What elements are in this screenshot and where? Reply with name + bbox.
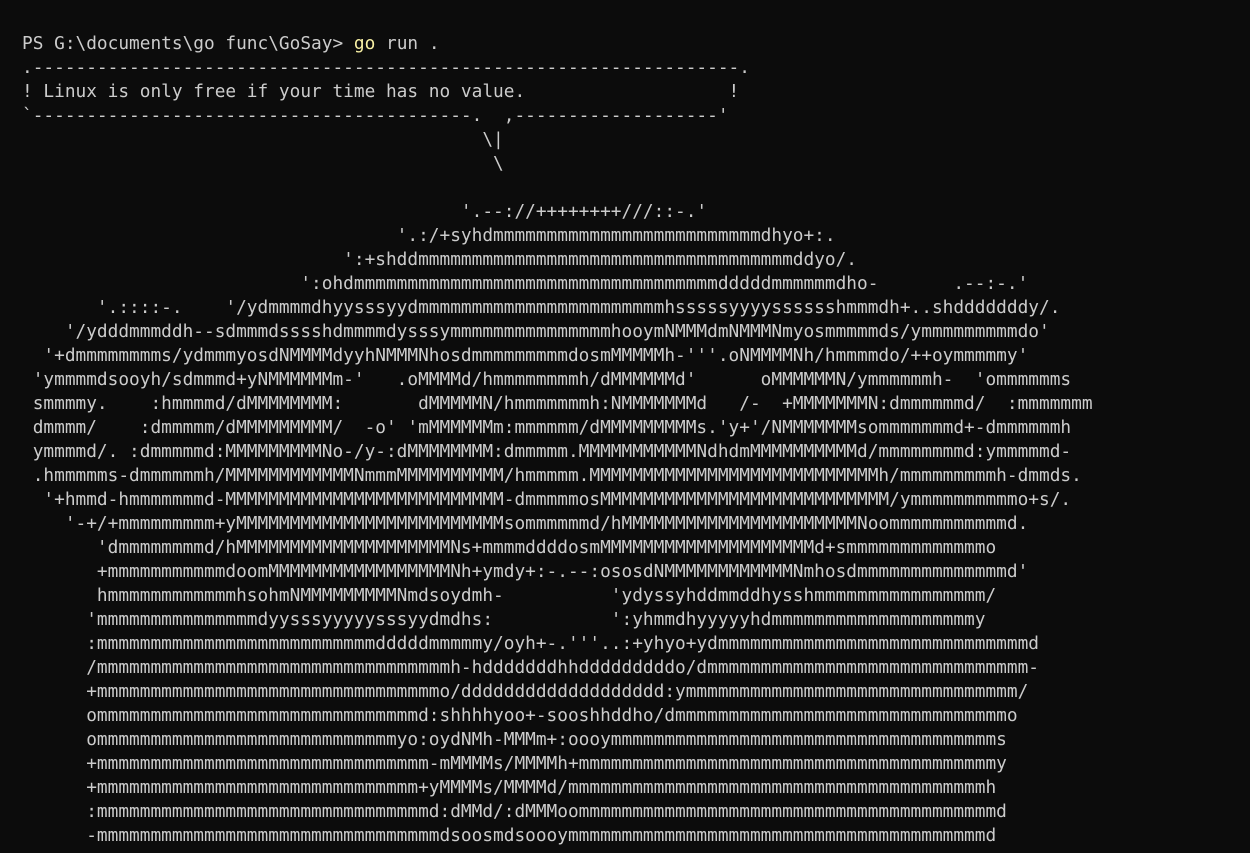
ascii-art-line: .hmmmmms-dmmmmmmh/MMMMMMMMMMMMNmmmMMMMMM…	[22, 465, 1082, 486]
ascii-art-line: :mmmmmmmmmmmmmmmmmmmmmmmmmmmmmmmd:dMMd/:…	[22, 801, 1007, 822]
ascii-art-line: '.:/+syhdmmmmmmmmmmmmmmmmmmmmmmmmmdhyo+:…	[22, 225, 836, 246]
command-args: run .	[375, 33, 440, 54]
ascii-art-line: 'mmmmmmmmmmmmmmmdyysssyyyyysssyydmdhs: '…	[22, 609, 986, 630]
ascii-art-line: +mmmmmmmmmmmmmmmmmmmmmmmmmmmmmmmmo/ddddd…	[22, 681, 1029, 702]
shell-prompt: PS G:\documents\go func\GoSay>	[22, 33, 354, 54]
command-name: go	[353, 33, 376, 54]
ascii-art-line: +mmmmmmmmmmmdoomMMMMMMMMMMMMMMMMMNh+ymdy…	[22, 561, 1029, 582]
ascii-art-line: '-+/+mmmmmmmmm+yMMMMMMMMMMMMMMMMMMMMMMMM…	[22, 513, 1029, 534]
speech-bubble-top: .---------------------------------------…	[22, 57, 750, 78]
ascii-art-line: -mmmmmmmmmmmmmmmmmmmmmmmmmmmmmmmmdsoosmd…	[22, 825, 997, 846]
ascii-art-line: ommmmmmmmmmmmmmmmmmmmmmmmmmmmmmd:shhhhyo…	[22, 705, 1018, 726]
ascii-art: '.--://++++++++///::-.' '.:/+syhdmmmmmmm…	[22, 176, 1093, 848]
speech-bubble-tail: \|	[22, 129, 504, 150]
ascii-art-line: '.::::-. '/ydmmmmdhyysssyydmmmmmmmmmmmmm…	[22, 297, 1061, 318]
ascii-art-line: smmmmy. :hmmmmd/dMMMMMMMM: dMMMMMN/hmmmm…	[22, 393, 1093, 414]
prompt-line: PS G:\documents\go func\GoSay> go run .	[22, 32, 1093, 56]
ascii-art-line: :mmmmmmmmmmmmmmmmmmmmmmmmmmdddddmmmmmy/o…	[22, 633, 1039, 654]
ascii-art-line: '.--://++++++++///::-.'	[22, 201, 708, 222]
ascii-art-line: ':+shddmmmmmmmmmmmmmmmmmmmmmmmmmmmmmmmmm…	[22, 249, 858, 270]
ascii-art-line: '+dmmmmmmmms/ydmmmyosdNMMMMdyyhNMMMNhosd…	[22, 345, 1029, 366]
ascii-art-line: ':ohdmmmmmmmmmmmmmmmmmmmmmmmmmmmmmmmmmmd…	[22, 273, 1029, 294]
speech-bubble-message: ! Linux is only free if your time has no…	[22, 81, 740, 102]
speech-bubble-bottom: `---------------------------------------…	[22, 105, 729, 126]
ascii-art-line: '/ydddmmmddh--sdmmmdsssshdmmmmdysssymmmm…	[22, 321, 1050, 342]
speech-bubble-tail: \	[22, 153, 504, 174]
ascii-art-line: ymmmmd/. :dmmmmmd:MMMMMMMMMNo-/y-:dMMMMM…	[22, 441, 1072, 462]
ascii-art-line	[22, 176, 1093, 200]
terminal-window[interactable]: PS G:\documents\go func\GoSay> go run ..…	[0, 0, 1250, 853]
ascii-art-line: '+hmmd-hmmmmmmmd-MMMMMMMMMMMMMMMMMMMMMMM…	[22, 489, 1072, 510]
ascii-art-line: 'dmmmmmmmmd/hMMMMMMMMMMMMMMMMMMMMNs+mmmm…	[22, 537, 997, 558]
ascii-art-line: +mmmmmmmmmmmmmmmmmmmmmmmmmmmmmm+yMMMMs/M…	[22, 777, 997, 798]
ascii-art-line: dmmmm/ :dmmmmm/dMMMMMMMMM/ -o' 'mMMMMMMm…	[22, 417, 1072, 438]
ascii-art-line: +mmmmmmmmmmmmmmmmmmmmmmmmmmmmmmm-mMMMMs/…	[22, 753, 1007, 774]
terminal-output: PS G:\documents\go func\GoSay> go run ..…	[22, 32, 1093, 848]
ascii-art-line: /mmmmmmmmmmmmmmmmmmmmmmmmmmmmmmmmmh-hddd…	[22, 657, 1039, 678]
ascii-art-line: ommmmmmmmmmmmmmmmmmmmmmmmmmmmyo:oydNMh-M…	[22, 729, 1007, 750]
ascii-art-line: 'ymmmmdsooyh/sdmmmd+yNMMMMMMm-' .oMMMMd/…	[22, 369, 1072, 390]
ascii-art-line: hmmmmmmmmmmmmhsohmNMMMMMMMMMNmdsoydmh- '…	[22, 585, 997, 606]
